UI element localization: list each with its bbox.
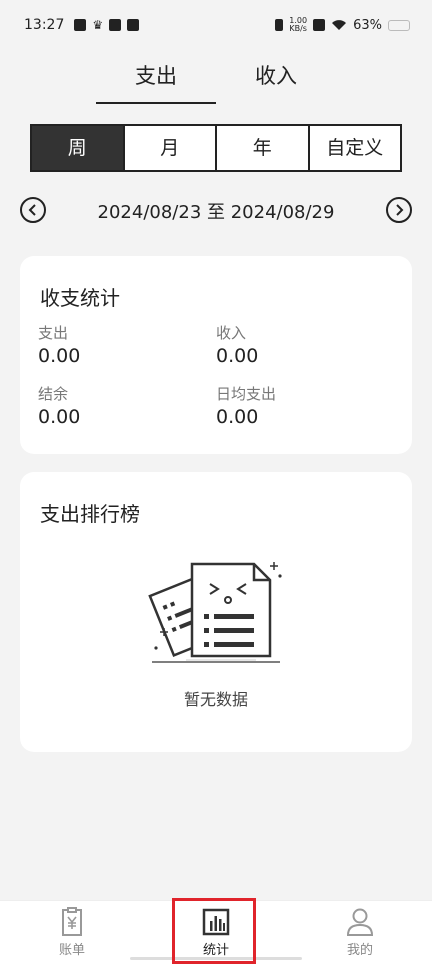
stat-balance: 结余 0.00 (38, 383, 80, 428)
app-notification-icon (109, 19, 122, 31)
speed-unit: KB/s (289, 24, 307, 33)
battery-icon (388, 19, 410, 31)
tiktok-icon (74, 19, 87, 31)
nav-profile[interactable]: 我的 (288, 901, 432, 964)
home-indicator (130, 957, 302, 960)
next-period-button[interactable] (386, 197, 412, 223)
status-bar: 13:27 ♛ 1.00 KB/s 63% (0, 0, 432, 50)
ranking-title: 支出排行榜 (40, 502, 140, 526)
stat-income: 收入 0.00 (216, 322, 258, 367)
expense-ranking-card: 支出排行榜 暂无数据 (20, 472, 412, 752)
person-icon (346, 908, 374, 936)
chart-icon (202, 908, 230, 936)
stat-expense-value: 0.00 (38, 345, 81, 367)
empty-state: 暂无数据 (20, 556, 412, 710)
type-tabs: 支出 收入 (96, 56, 336, 104)
empty-documents-icon (148, 562, 282, 663)
stat-expense-label: 支出 (38, 324, 69, 342)
period-custom[interactable]: 自定义 (310, 126, 401, 170)
network-speed: 1.00 KB/s (289, 17, 307, 33)
nav-statistics-label: 统计 (202, 943, 229, 958)
stat-daily: 日均支出 0.00 (216, 383, 276, 428)
period-selector: 周 月 年 自定义 (30, 124, 402, 172)
date-range-text: 2024/08/23 至 2024/08/29 (97, 202, 335, 223)
wifi-icon (332, 20, 347, 30)
stat-daily-value: 0.00 (216, 406, 259, 428)
period-week[interactable]: 周 (32, 126, 125, 170)
chevron-right-icon (396, 204, 404, 216)
message-icon (127, 19, 140, 31)
summary-title: 收支统计 (40, 286, 120, 310)
stat-expense: 支出 0.00 (38, 322, 80, 367)
bill-icon (62, 907, 82, 936)
nav-bills[interactable]: 账单 (0, 901, 144, 964)
empty-state-text: 暂无数据 (183, 690, 248, 709)
tab-income[interactable]: 收入 (216, 56, 336, 104)
no-sim-icon (313, 19, 326, 31)
battery-percent: 63% (353, 17, 382, 33)
nav-statistics[interactable]: 统计 (144, 901, 288, 964)
stat-balance-label: 结余 (38, 385, 69, 403)
status-time: 13:27 (24, 17, 65, 33)
vibrate-icon (275, 19, 284, 31)
stat-income-label: 收入 (216, 324, 247, 342)
summary-card: 收支统计 支出 0.00 收入 0.00 结余 0.00 日均支出 0.00 (20, 256, 412, 454)
nav-bills-label: 账单 (58, 943, 85, 958)
period-year[interactable]: 年 (217, 126, 310, 170)
nav-profile-label: 我的 (346, 943, 373, 958)
tab-expense[interactable]: 支出 (96, 56, 216, 104)
stat-income-value: 0.00 (216, 345, 259, 367)
stat-daily-label: 日均支出 (216, 385, 277, 403)
crown-icon: ♛ (92, 18, 104, 32)
period-month[interactable]: 月 (125, 126, 217, 170)
bottom-nav: 账单 统计 我的 (0, 900, 432, 964)
stat-balance-value: 0.00 (38, 406, 81, 428)
date-range-row: 2024/08/23 至 2024/08/29 (20, 196, 412, 226)
